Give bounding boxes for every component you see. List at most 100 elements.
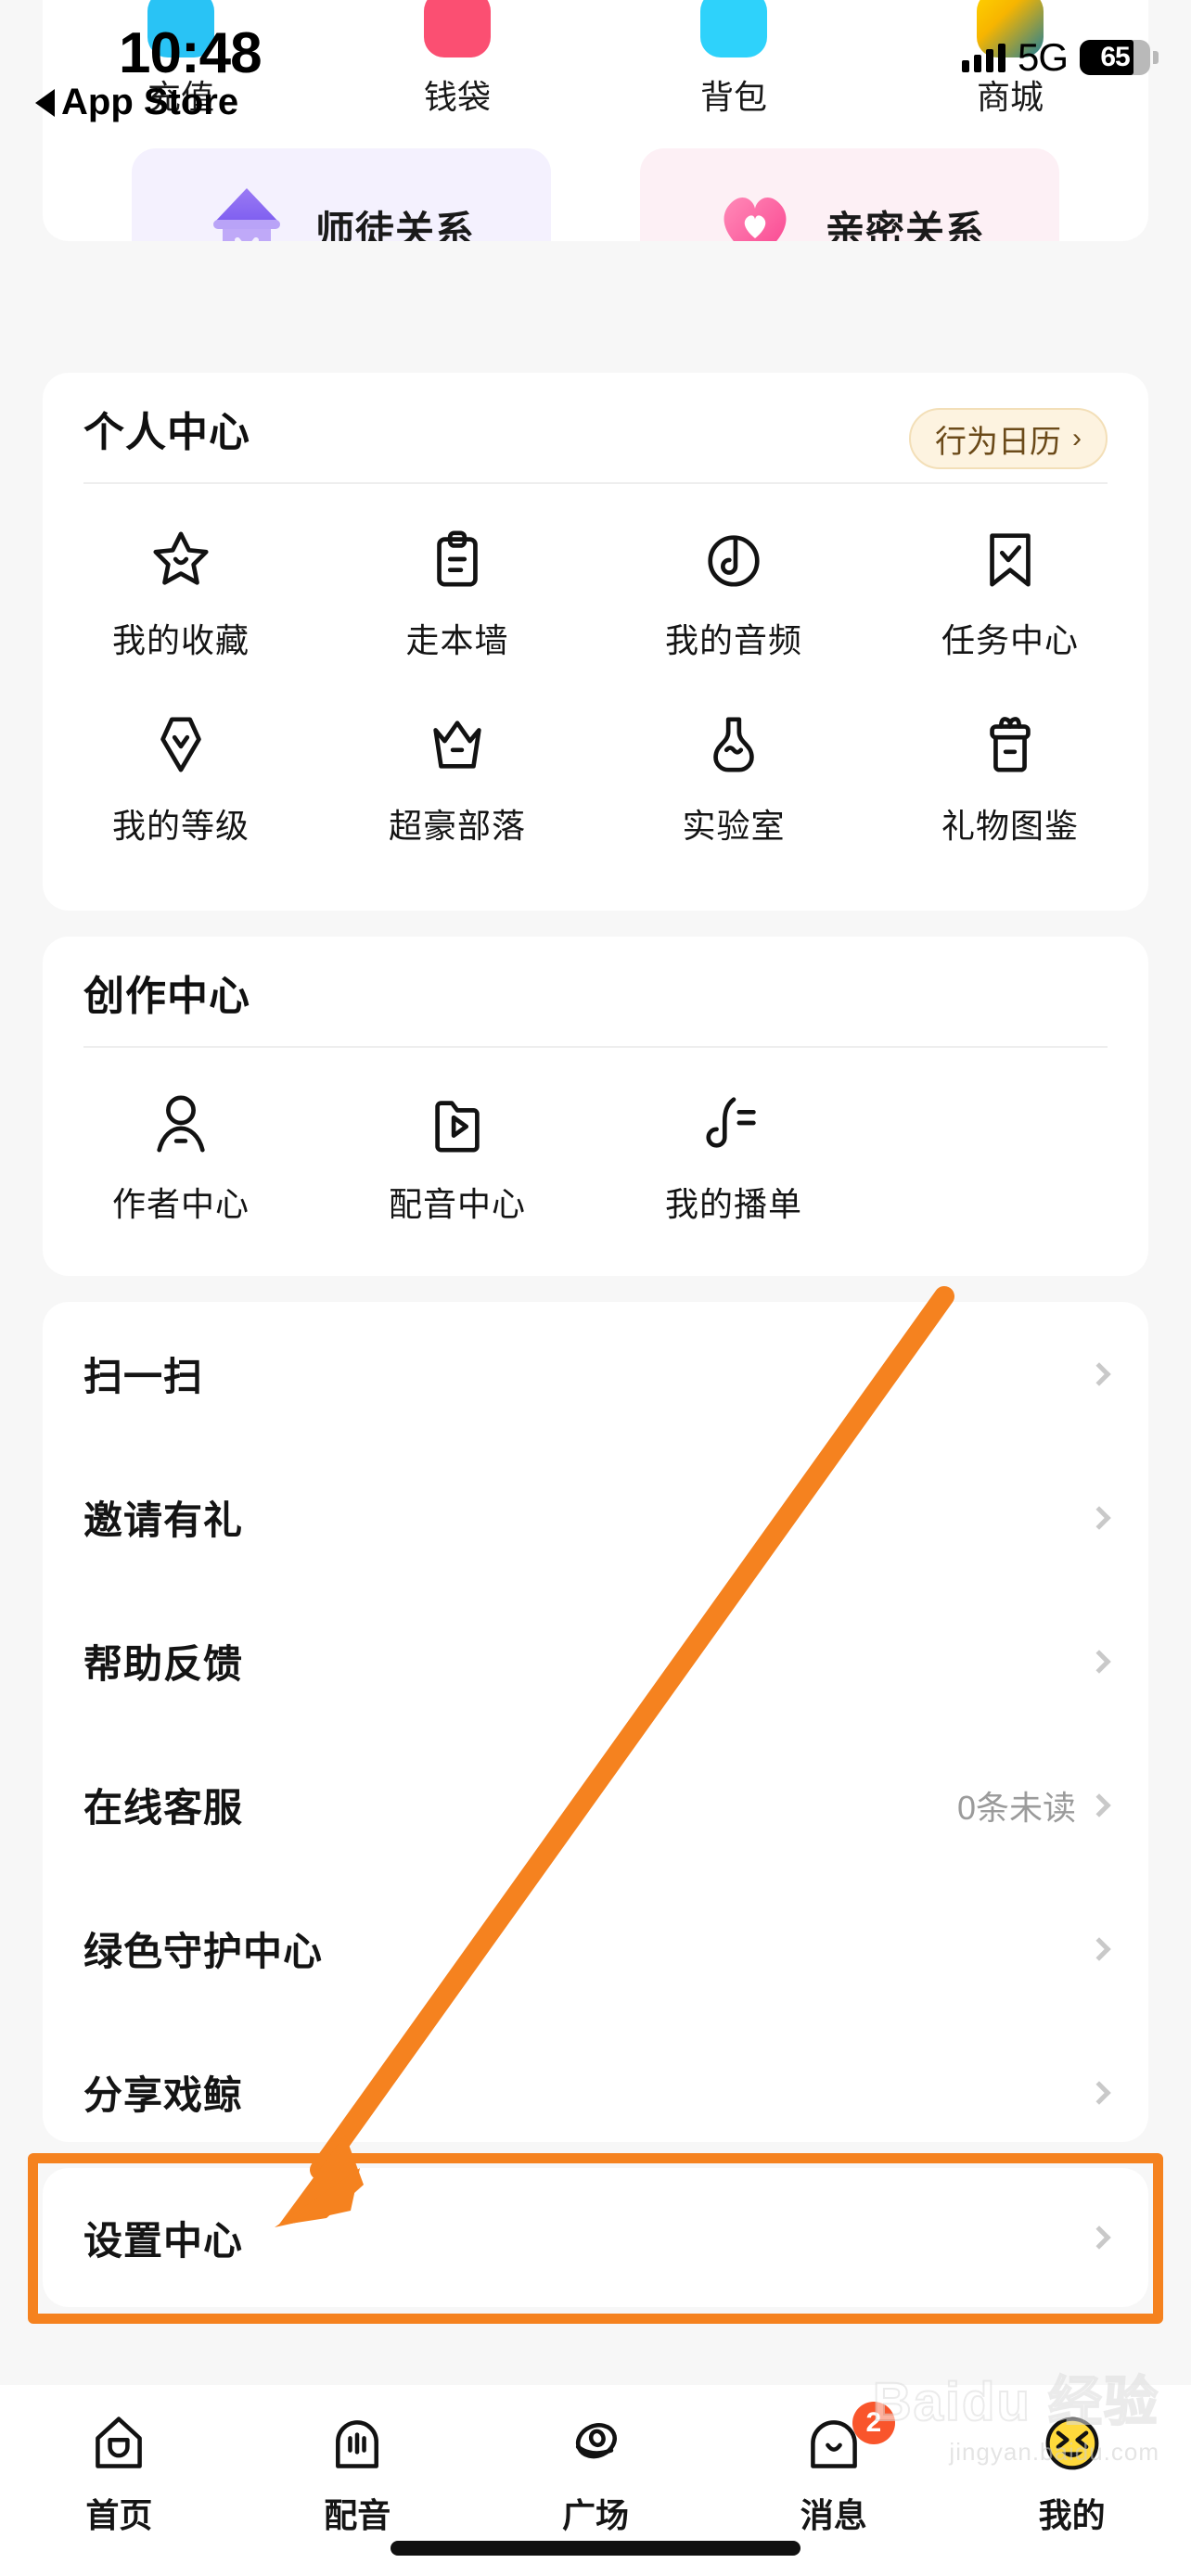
chevron-right-icon xyxy=(1087,2080,1111,2105)
page-title: 个人中心 xyxy=(83,410,250,455)
grid-item-dubbing-center[interactable]: 配音中心 xyxy=(319,1074,596,1259)
list-item-green-guard[interactable]: 绿色守护中心 xyxy=(43,1877,1148,2021)
quick-action-recharge[interactable]: 充值 xyxy=(43,0,319,119)
plaza-icon xyxy=(566,2409,625,2478)
quick-action-label: 商城 xyxy=(976,78,1044,116)
master-apprentice-label: 师徒关系 xyxy=(314,208,475,242)
tab-label: 广场 xyxy=(561,2496,629,2534)
list-item-share-app[interactable]: 分享戏鲸 xyxy=(43,2021,1148,2164)
list-item-label: 绿色守护中心 xyxy=(83,1930,324,1973)
grid-item-my-playlist[interactable]: 我的播单 xyxy=(596,1074,872,1259)
person-icon xyxy=(148,1089,213,1157)
grid-item-label: 我的音频 xyxy=(664,621,802,659)
grid-item-label: 配音中心 xyxy=(388,1185,526,1223)
grid-item-label: 我的收藏 xyxy=(111,621,250,659)
list-item-label: 在线客服 xyxy=(83,1786,244,1830)
tab-messages[interactable]: 2 消息 xyxy=(714,2402,953,2537)
grid-item-label: 超豪部落 xyxy=(388,807,526,845)
profile-page: 充值 钱袋 背包 商城 师徒关系 亲密关系 个人中心 行为日历 › 我的收藏 走… xyxy=(0,0,1191,2576)
list-item-settings-center[interactable]: 设置中心 xyxy=(43,2168,1148,2307)
master-apprentice-button[interactable]: 师徒关系 xyxy=(132,148,551,241)
personal-center-card: 个人中心 行为日历 › 我的收藏 走本墙 我的音频 任务中心 我的等级 超豪部落… xyxy=(43,373,1148,911)
quick-action-label: 背包 xyxy=(699,78,767,116)
music-note-icon xyxy=(701,1089,766,1157)
intimate-relation-button[interactable]: 亲密关系 xyxy=(640,148,1059,241)
list-item-online-service[interactable]: 在线客服 0条未读 xyxy=(43,1733,1148,1877)
tab-dubbing[interactable]: 配音 xyxy=(238,2409,477,2537)
list-item-help-feedback[interactable]: 帮助反馈 xyxy=(43,1589,1148,1733)
heart-icon xyxy=(714,186,796,241)
behavior-calendar-button[interactable]: 行为日历 › xyxy=(909,408,1108,469)
home-icon xyxy=(89,2409,148,2478)
grid-item-lab[interactable]: 实验室 xyxy=(596,695,872,881)
relationship-row: 师徒关系 亲密关系 xyxy=(43,148,1148,241)
list-item-label: 分享戏鲸 xyxy=(83,2073,244,2117)
backpack-icon xyxy=(700,0,767,57)
chevron-right-icon: › xyxy=(1072,423,1082,453)
personal-center-grid: 我的收藏 走本墙 我的音频 任务中心 我的等级 超豪部落 实验室 礼物图鉴 xyxy=(43,510,1148,881)
chevron-right-icon xyxy=(1087,1936,1111,1961)
creation-center-grid: 作者中心 配音中心 我的播单 xyxy=(43,1074,1148,1259)
creation-center-card: 创作中心 作者中心 配音中心 我的播单 xyxy=(43,937,1148,1276)
chevron-right-icon xyxy=(1087,1361,1111,1386)
list-item-label: 扫一扫 xyxy=(83,1355,204,1398)
quick-action-label: 充值 xyxy=(147,78,214,116)
grid-item-label: 我的播单 xyxy=(664,1185,802,1223)
quick-action-shop[interactable]: 商城 xyxy=(872,0,1148,119)
creation-center-title: 创作中心 xyxy=(83,974,250,1019)
quick-actions-card: 充值 钱袋 背包 商城 师徒关系 亲密关系 xyxy=(43,0,1148,241)
divider xyxy=(83,1046,1108,1048)
settings-center-card: 设置中心 xyxy=(43,2168,1148,2307)
grid-item-label: 礼物图鉴 xyxy=(941,807,1079,845)
home-indicator xyxy=(391,2541,800,2556)
grid-item-author-center[interactable]: 作者中心 xyxy=(43,1074,319,1259)
grid-item-script-wall[interactable]: 走本墙 xyxy=(319,510,596,695)
creation-center-header: 创作中心 xyxy=(43,937,1148,1048)
quick-action-wallet[interactable]: 钱袋 xyxy=(319,0,596,119)
dubbing-icon xyxy=(327,2409,387,2478)
chevron-right-icon xyxy=(1087,1649,1111,1674)
tab-home[interactable]: 首页 xyxy=(0,2409,238,2537)
personal-center-header: 个人中心 行为日历 › xyxy=(43,373,1148,484)
tab-label: 首页 xyxy=(85,2496,153,2534)
tab-label: 我的 xyxy=(1038,2496,1106,2534)
shop-icon xyxy=(977,0,1044,57)
chevron-right-icon xyxy=(1087,1792,1111,1817)
tab-label: 配音 xyxy=(324,2496,391,2534)
grid-item-label: 走本墙 xyxy=(405,621,509,659)
quick-action-backpack[interactable]: 背包 xyxy=(596,0,872,119)
grid-item-label: 我的等级 xyxy=(111,807,250,845)
folder-play-icon xyxy=(425,1089,490,1157)
audio-icon xyxy=(701,525,766,593)
profile-emoji-icon xyxy=(1043,2409,1102,2478)
grid-item-label: 作者中心 xyxy=(111,1185,250,1223)
grid-item-task-center[interactable]: 任务中心 xyxy=(872,510,1148,695)
grid-item-favorites[interactable]: 我的收藏 xyxy=(43,510,319,695)
list-item-label: 邀请有礼 xyxy=(83,1498,244,1542)
list-item-invite[interactable]: 邀请有礼 xyxy=(43,1446,1148,1589)
quick-action-label: 钱袋 xyxy=(423,78,491,116)
grid-item-tribe[interactable]: 超豪部落 xyxy=(319,695,596,881)
grid-item-my-level[interactable]: 我的等级 xyxy=(43,695,319,881)
clipboard-icon xyxy=(425,525,490,593)
grid-item-label: 任务中心 xyxy=(941,621,1079,659)
chevron-right-icon xyxy=(1087,1505,1111,1530)
crown-icon xyxy=(425,710,490,779)
quick-actions-row: 充值 钱袋 背包 商城 xyxy=(43,0,1148,119)
wallet-icon xyxy=(424,0,491,57)
grid-item-label: 实验室 xyxy=(682,807,786,845)
list-item-scan[interactable]: 扫一扫 xyxy=(43,1302,1148,1446)
tab-profile[interactable]: 我的 xyxy=(953,2409,1191,2537)
list-item-label: 设置中心 xyxy=(83,2218,244,2263)
gift-icon xyxy=(978,710,1043,779)
level-badge-icon xyxy=(148,710,213,779)
chevron-right-icon xyxy=(1087,2225,1111,2250)
tab-label: 消息 xyxy=(800,2496,867,2534)
tab-plaza[interactable]: 广场 xyxy=(477,2409,715,2537)
grid-item-gift-guide[interactable]: 礼物图鉴 xyxy=(872,695,1148,881)
message-badge: 2 xyxy=(852,2402,895,2444)
list-item-label: 帮助反馈 xyxy=(83,1642,244,1686)
behavior-calendar-label: 行为日历 xyxy=(935,424,1061,460)
flask-icon xyxy=(701,710,766,779)
grid-item-my-audio[interactable]: 我的音频 xyxy=(596,510,872,695)
